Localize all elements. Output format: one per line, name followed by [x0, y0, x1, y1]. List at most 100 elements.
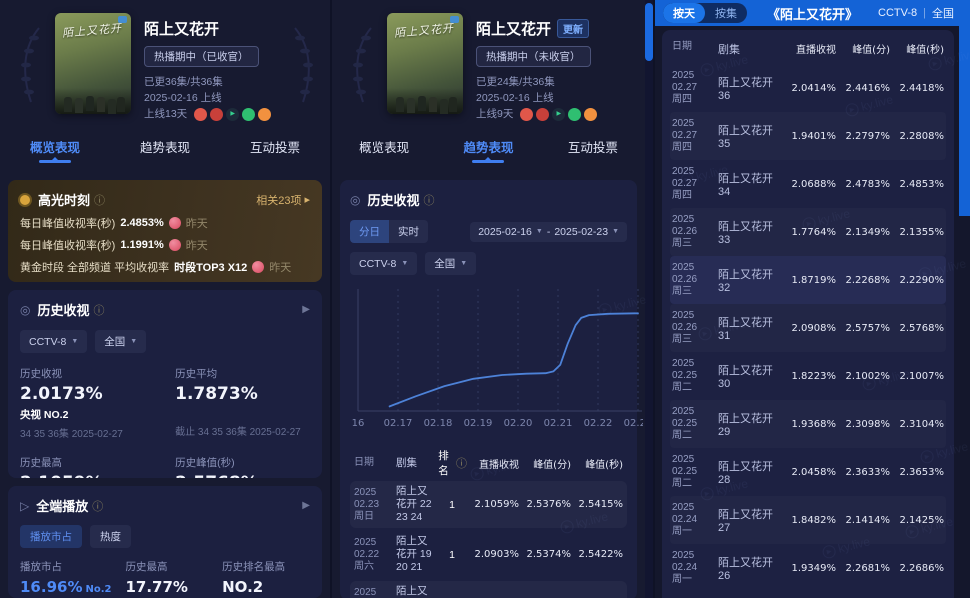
panel-title: 《陌上又花开》	[767, 4, 858, 23]
region-label[interactable]: 全国	[932, 5, 954, 21]
history-stat: 历史最高2.1059%22 23 24集 2025-02-23	[20, 455, 175, 478]
playback-title: 全端播放	[36, 496, 88, 515]
svg-text:02.23: 02.23	[624, 418, 643, 429]
online-date: 2025-02-16 上线	[476, 90, 597, 106]
status-badge: 热播期中（未收官）	[476, 46, 591, 67]
online-date: 2025-02-16 上线	[144, 90, 271, 106]
table-row[interactable]: 202502.27周四陌上又花开 342.0688%2.4783%2.4853%	[670, 160, 946, 208]
channel-label[interactable]: CCTV-8	[878, 7, 917, 19]
play-square-icon: ▷	[20, 499, 29, 513]
tab-trend[interactable]: 趋势表现	[110, 128, 220, 164]
date-range-picker[interactable]: 2025-02-16 ▼ - 2025-02-23 ▼	[470, 222, 627, 242]
platform-red-icon	[520, 108, 533, 121]
rank-badge-icon	[169, 217, 181, 229]
date-to[interactable]: 2025-02-23	[554, 226, 608, 238]
playback-stat: 历史排名最高NO.22025-02-26	[222, 559, 310, 598]
table-row[interactable]: 202502.26周三陌上又花开 312.0908%2.5757%2.5768%	[670, 304, 946, 352]
table-row[interactable]: 202502.26周三陌上又花开 321.8719%2.2268%2.2290%	[670, 256, 946, 304]
toggle-realtime[interactable]: 实时	[389, 220, 428, 243]
region-select[interactable]: 全国▼	[95, 330, 146, 353]
online-days: 上线9天	[476, 106, 513, 122]
episode-table: 日期 剧集 直播收视 峰值(分) 峰值(秒) 202502.27周四陌上又花开 …	[662, 30, 954, 598]
tab-vote[interactable]: 互动投票	[220, 128, 330, 164]
section-expand-icon[interactable]: ▶	[302, 500, 310, 511]
tab-overview[interactable]: 概览表现	[0, 128, 110, 164]
show-poster[interactable]: 陌上又花开	[387, 13, 463, 114]
poster-caption: 陌上又花开	[61, 19, 128, 41]
chevron-down-icon: ▼	[612, 228, 619, 235]
show-header: 陌上又花开 陌上又花开 热播期中（已收官） 已更36集/共36集 2025-02…	[0, 0, 330, 128]
section-expand-icon[interactable]: ▶	[302, 304, 310, 315]
table-row[interactable]: 202502.25周二陌上又花开 282.0458%2.3633%2.3653%	[670, 448, 946, 496]
laurel-right-icon	[290, 24, 320, 106]
platform-play-icon: ▶	[226, 108, 239, 121]
platform-crimson-icon	[536, 108, 549, 121]
highlight-icon	[20, 195, 30, 205]
tab-overview[interactable]: 概览表现	[332, 128, 436, 164]
show-title: 陌上又花开	[476, 18, 551, 39]
platform-crimson-icon	[210, 108, 223, 121]
channel-select[interactable]: CCTV-8▼	[20, 330, 87, 353]
platform-green-icon	[568, 108, 581, 121]
poster-caption: 陌上又花开	[393, 19, 460, 41]
update-badge: 更新	[557, 19, 589, 38]
svg-text:02.19: 02.19	[464, 418, 493, 429]
table-header: 日期 剧集 直播收视 峰值(分) 峰值(秒)	[670, 36, 946, 64]
page-scrollbar[interactable]	[645, 0, 653, 598]
channel-select[interactable]: CCTV-8▼	[350, 252, 417, 275]
table-row[interactable]: 202502.25周二陌上又花开 301.8223%2.1002%2.1007%	[670, 352, 946, 400]
table-row[interactable]: 202502.27周四陌上又花开 351.9401%2.2797%2.2808%	[670, 112, 946, 160]
table-row[interactable]: 202502.21周五陌上又花开 16 17 1821.6504%2.1408%…	[350, 581, 627, 598]
chevron-down-icon: ▼	[536, 228, 543, 235]
related-link[interactable]: 相关23项 ▸	[256, 192, 310, 208]
history-ratings-chart: 1602.1702.1802.1902.2002.2102.2202.23	[350, 283, 627, 440]
highlight-row: 黄金时段 全部频道 平均收视率时段TOP3 X12昨天	[20, 259, 310, 275]
scrollbar-thumb[interactable]	[645, 3, 653, 61]
episode-progress: 已更24集/共36集	[476, 74, 597, 90]
trend-section: ◎ 历史收视 ⓘ 分日实时 2025-02-16 ▼ - 2025-02-23 …	[340, 180, 637, 598]
laurel-left-icon	[346, 24, 376, 106]
rank-badge-icon	[252, 261, 264, 273]
table-row[interactable]: 202502.22周六陌上又花开 19 20 2112.0903%2.5374%…	[350, 531, 627, 578]
status-badge: 热播期中（已收官）	[144, 46, 259, 67]
date-from[interactable]: 2025-02-16	[478, 226, 532, 238]
highlight-row: 每日峰值收视率(秒)1.1991%昨天	[20, 237, 310, 253]
show-poster[interactable]: 陌上又花开	[55, 13, 131, 114]
tab-trend[interactable]: 趋势表现	[436, 128, 540, 164]
history-ratings-section: ◎ 历史收视 ⓘ ▶ CCTV-8▼全国▼ 历史收视2.0173%央视 NO.2…	[8, 290, 322, 478]
platform-icons: ▶	[520, 108, 597, 121]
rank-label: No.2	[85, 584, 111, 595]
scrollbar-thumb[interactable]	[959, 26, 970, 216]
ratings-icon: ◎	[350, 193, 360, 207]
table-header: 日期 剧集 排名ⓘ 直播收视 峰值(分) 峰值(秒)	[350, 448, 627, 478]
toggle-by-day[interactable]: 按天	[663, 3, 705, 23]
info-icon: ⓘ	[456, 455, 467, 471]
toggle-by-day[interactable]: 分日	[350, 220, 389, 243]
table-row[interactable]: 202502.25周二陌上又花开 291.9368%2.3098%2.3104%	[670, 400, 946, 448]
history-stat: 历史收视2.0173%央视 NO.234 35 36集 2025-02-27	[20, 366, 175, 440]
highlight-card: 高光时刻 ⓘ 相关23项 ▸ 每日峰值收视率(秒)2.4853%昨天每日峰值收视…	[8, 180, 322, 282]
right-scrollbar[interactable]	[959, 26, 970, 598]
table-row[interactable]: 202502.23周日陌上又花开 22 23 2412.1059%2.5376%…	[350, 481, 627, 528]
toggle-by-episode[interactable]: 按集	[705, 3, 747, 23]
chevron-down-icon: ▼	[130, 338, 137, 345]
region-select[interactable]: 全国▼	[425, 252, 476, 275]
table-row[interactable]: 202502.24周一陌上又花开 261.9349%2.2681%2.2686%	[670, 544, 946, 592]
toggle-heat[interactable]: 热度	[90, 525, 131, 548]
table-row[interactable]: 202502.27周四陌上又花开 362.0414%2.4416%2.4418%	[670, 64, 946, 112]
table-row[interactable]: 202502.26周三陌上又花开 331.7764%2.1349%2.1355%	[670, 208, 946, 256]
svg-text:16: 16	[352, 418, 365, 429]
platform-icons: ▶	[194, 108, 271, 121]
left-tab-bar: 概览表现趋势表现互动投票	[0, 128, 330, 164]
info-icon: ⓘ	[94, 302, 105, 318]
chevron-down-icon: ▼	[460, 260, 467, 267]
tab-vote[interactable]: 互动投票	[541, 128, 645, 164]
table-row[interactable]: 202502.24周一陌上又花开 271.8482%2.1414%2.1425%	[670, 496, 946, 544]
arrow-right-icon: ▸	[304, 193, 310, 206]
svg-text:02.18: 02.18	[424, 418, 453, 429]
toggle-market-share[interactable]: 播放市占	[20, 525, 82, 548]
day-episode-toggle: 按天按集	[663, 3, 747, 23]
tv-ratings-dashboard: 陌上又花开 陌上又花开 热播期中（已收官） 已更36集/共36集 2025-02…	[0, 0, 970, 598]
rank-badge-icon	[169, 239, 181, 251]
laurel-left-icon	[14, 24, 44, 106]
